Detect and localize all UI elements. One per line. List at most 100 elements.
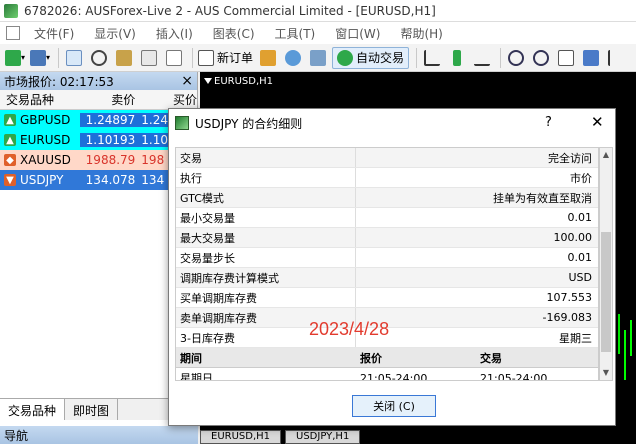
diamond-icon: ◆ [4, 154, 16, 166]
candle-icon [630, 320, 632, 356]
auto-scroll-button[interactable] [580, 47, 602, 69]
close-button[interactable]: 关闭 (C) [352, 395, 436, 417]
column-ask[interactable]: 买价 [139, 91, 197, 108]
spec-value: USD [568, 271, 592, 284]
data-window-button[interactable] [88, 47, 110, 69]
symbol-cell: ▲ GBPUSD [0, 113, 80, 127]
symbol-cell: ▲ EURUSD [0, 133, 80, 147]
menu-insert[interactable]: 插入(I) [146, 25, 203, 42]
new-chart-button[interactable]: ▾ [4, 47, 26, 69]
tab-tick-chart[interactable]: 即时图 [65, 399, 119, 420]
document-icon [6, 26, 20, 40]
symbol-cell: ◆ XAUUSD [0, 153, 80, 167]
bid-cell: 1988.79 [85, 153, 136, 167]
auto-trading-button[interactable]: 自动交易 [332, 46, 410, 69]
spec-value: 星期三 [559, 331, 592, 345]
down-arrow-icon: ▼ [4, 174, 16, 186]
bar-chart-icon [424, 49, 441, 66]
market-button[interactable] [307, 47, 329, 69]
overlay-date: 2023/4/28 [309, 319, 390, 339]
tile-icon [558, 49, 575, 66]
chart-menu-triangle-icon[interactable] [204, 78, 212, 84]
tab-symbols[interactable]: 交易品种 [0, 399, 66, 420]
tile-windows-button[interactable] [555, 47, 577, 69]
chart-tabs: EURUSD,H1 USDJPY,H1 [200, 430, 364, 444]
help-button[interactable]: ? [545, 115, 552, 130]
table-row: 调期库存费计算模式 USD [176, 268, 598, 288]
app-icon [4, 3, 18, 18]
toolbar-separator [500, 47, 502, 68]
market-watch-button[interactable] [63, 47, 85, 69]
terminal-icon [141, 49, 158, 66]
up-arrow-icon: ▲ [4, 134, 16, 146]
close-icon[interactable]: × [181, 73, 193, 89]
spec-key: 调期库存费计算模式 [176, 268, 356, 287]
table-row: 买单调期库存费 107.553 [176, 288, 598, 308]
zoom-in-button[interactable] [505, 47, 527, 69]
menu-charts[interactable]: 图表(C) [203, 25, 265, 42]
metaeditor-icon [260, 49, 277, 66]
spec-key: 交易量步长 [176, 248, 356, 267]
bar-chart-button[interactable] [421, 47, 443, 69]
close-icon[interactable]: ✕ [591, 113, 604, 131]
new-order-label: 新订单 [217, 51, 254, 65]
specification-scrollbar[interactable]: ▲ ▼ [599, 147, 613, 381]
schedule-quote: 21:05-24:00 [360, 371, 428, 381]
contract-icon [175, 116, 189, 130]
line-chart-button[interactable] [471, 47, 493, 69]
spec-value: 0.01 [567, 211, 593, 224]
schedule-period: 星期日 [180, 372, 213, 381]
menu-file[interactable]: 文件(F) [24, 25, 84, 42]
spec-value: 完全访问 [548, 151, 592, 165]
terminal-button[interactable] [138, 47, 160, 69]
table-row: 星期日 21:05-24:00 21:05-24:00 [176, 368, 598, 381]
spec-key: 执行 [176, 168, 356, 187]
specification-table: 交易 完全访问 执行 市价 GTC模式 挂单为有效直至取消 最小交易量 0.01 最大交… [175, 147, 599, 381]
spec-key: GTC模式 [176, 188, 356, 207]
navigator-button[interactable] [113, 47, 135, 69]
zoom-out-button[interactable] [530, 47, 552, 69]
crosshair-icon [91, 49, 108, 66]
navigator-header: 导航 [0, 426, 198, 444]
bid-cell: 1.24897 [79, 113, 140, 127]
scroll-thumb[interactable] [601, 232, 611, 352]
metaeditor-button[interactable] [257, 47, 279, 69]
bid-cell: 134.078 [85, 173, 136, 187]
chart-shift-button[interactable] [605, 47, 627, 69]
main-toolbar: ▾ ▾ 新订单 自动交易 [0, 44, 636, 72]
spec-value: 0.01 [567, 251, 593, 264]
menu-bar: 文件(F) 显示(V) 插入(I) 图表(C) 工具(T) 窗口(W) 帮助(H… [0, 22, 636, 44]
candle-chart-button[interactable] [446, 47, 468, 69]
candle-icon [624, 330, 626, 380]
menu-window[interactable]: 窗口(W) [325, 25, 390, 42]
spec-key: 最大交易量 [176, 228, 356, 247]
profiles-button[interactable]: ▾ [29, 47, 51, 69]
new-order-button[interactable]: 新订单 [197, 47, 254, 69]
menu-view[interactable]: 显示(V) [84, 25, 146, 42]
tab-chart-eurusd[interactable]: EURUSD,H1 [200, 430, 282, 444]
spec-value: 107.553 [546, 291, 593, 304]
market-watch-title: 市场报价: 02:17:53 [4, 74, 114, 89]
market-watch-icon [66, 49, 83, 66]
menu-help[interactable]: 帮助(H) [390, 25, 452, 42]
spec-key: 最小交易量 [176, 208, 356, 227]
signals-button[interactable] [282, 47, 304, 69]
symbol-name: GBPUSD [20, 113, 71, 127]
tab-chart-usdjpy[interactable]: USDJPY,H1 [285, 430, 361, 444]
tester-button[interactable] [163, 47, 185, 69]
scroll-up-icon[interactable]: ▲ [600, 148, 612, 162]
chart-title: EURUSD,H1 [214, 76, 274, 87]
column-symbol[interactable]: 交易品种 [0, 91, 80, 108]
dialog-title: USDJPY 的合约细则 [195, 116, 303, 131]
auto-trading-label: 自动交易 [356, 51, 405, 65]
column-bid[interactable]: 卖价 [80, 91, 140, 108]
window-title-bar: 6782026: AUSForex-Live 2 - AUS Commercia… [0, 0, 636, 22]
menu-tools[interactable]: 工具(T) [265, 25, 326, 42]
symbol-name: EURUSD [20, 133, 71, 147]
auto-scroll-icon [583, 49, 600, 66]
symbol-cell: ▼ USDJPY [0, 173, 80, 187]
scroll-down-icon[interactable]: ▼ [600, 366, 612, 380]
column-quote: 报价 [360, 351, 382, 365]
symbol-specification-dialog: USDJPY 的合约细则 ? ✕ 交易 完全访问 执行 市价 GTC模式 挂单为有效直… [168, 108, 616, 426]
market-watch-columns: 交易品种 卖价 买价 [0, 90, 197, 110]
